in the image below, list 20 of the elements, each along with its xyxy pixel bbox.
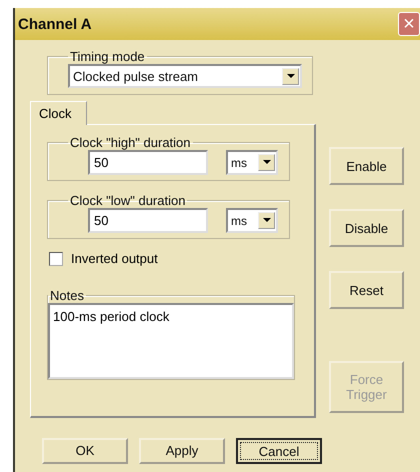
checkbox[interactable] (49, 252, 63, 266)
duration-input[interactable]: 50 (88, 150, 208, 175)
side-button[interactable]: Disable (329, 209, 404, 247)
group-label: Clock "low" duration (69, 193, 186, 208)
notes-field[interactable]: 100-ms period clock (48, 303, 294, 379)
unit-dropdown[interactable]: ms (226, 150, 278, 175)
group-label: Timing mode (69, 49, 146, 64)
side-button[interactable]: Reset (329, 271, 404, 309)
dialog-button[interactable]: OK (42, 438, 128, 464)
dialog-button[interactable]: Apply (139, 438, 225, 464)
dialog-button[interactable]: Cancel (236, 438, 322, 464)
timing-mode-dropdown[interactable]: Clocked pulse stream (68, 64, 302, 88)
group-label: Clock "high" duration (69, 135, 192, 150)
unit-dropdown[interactable]: ms (226, 208, 278, 233)
duration-input[interactable]: 50 (88, 208, 208, 233)
tab[interactable]: Clock (30, 101, 87, 125)
checkbox-label: Inverted output (71, 251, 158, 266)
window-title: Channel A (18, 16, 92, 32)
group-label: Notes (49, 288, 85, 303)
side-button[interactable]: Enable (329, 147, 404, 185)
